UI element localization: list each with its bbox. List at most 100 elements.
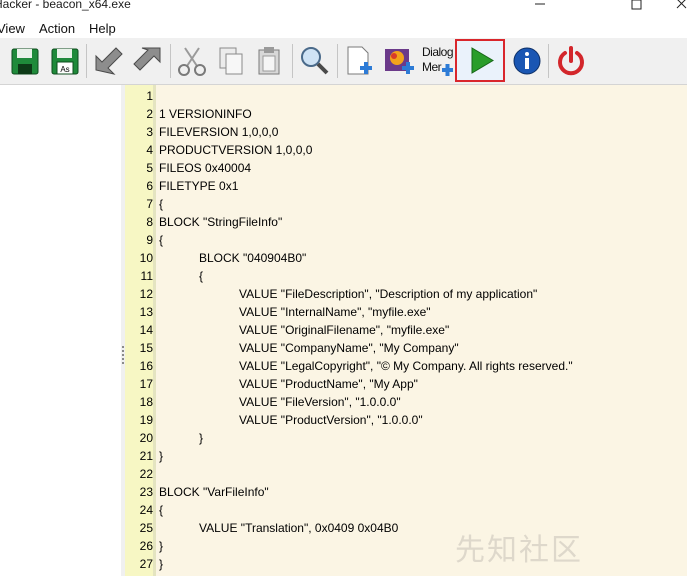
find-button[interactable] [297, 44, 331, 78]
code-line[interactable]: { [159, 233, 163, 247]
code-line[interactable]: { [159, 503, 163, 517]
dialog-merger-label-bottom: Mer [422, 60, 442, 74]
line-number: 15 [139, 341, 153, 355]
code-line[interactable]: VALUE "ProductName", "My App" [159, 377, 418, 391]
info-button[interactable] [510, 44, 544, 78]
toolbar-separator [292, 44, 293, 78]
code-line[interactable]: FILEOS 0x40004 [159, 161, 251, 175]
add-image-icon [385, 49, 414, 74]
line-number: 20 [139, 431, 153, 445]
toolbar-separator [86, 44, 87, 78]
info-icon [513, 47, 541, 75]
line-number: 9 [146, 233, 153, 247]
line-number: 18 [139, 395, 153, 409]
line-number: 7 [146, 197, 153, 211]
code-line[interactable]: PRODUCTVERSION 1,0,0,0 [159, 143, 312, 157]
code-line[interactable]: VALUE "ProductVersion", "1.0.0.0" [159, 413, 423, 427]
add-image-button[interactable] [382, 44, 416, 78]
line-number: 19 [139, 413, 153, 427]
line-number: 2 [146, 107, 153, 121]
splitter-grip-dot [122, 354, 124, 356]
menu-view[interactable]: View [0, 21, 25, 36]
code-line[interactable]: { [159, 269, 203, 283]
watermark-text: 先知社区 [455, 533, 583, 568]
maximize-icon [631, 0, 642, 10]
line-number: 24 [139, 503, 153, 517]
line-number: 6 [146, 179, 153, 193]
code-line[interactable]: } [159, 431, 203, 445]
code-line[interactable]: FILETYPE 0x1 [159, 179, 238, 193]
code-line[interactable]: VALUE "LegalCopyright", "© My Company. A… [159, 359, 573, 373]
code-area[interactable]: 1 VERSIONINFO FILEVERSION 1,0,0,0 PRODUCTV… [156, 85, 687, 576]
minimize-button[interactable] [520, 0, 560, 14]
save-button[interactable] [8, 44, 42, 78]
save-as-icon: As [51, 48, 79, 75]
code-line[interactable]: VALUE "FileDescription", "Description of… [159, 287, 537, 301]
line-number: 13 [139, 305, 153, 319]
code-line[interactable]: BLOCK "VarFileInfo" [159, 485, 269, 499]
code-line[interactable]: VALUE "FileVersion", "1.0.0.0" [159, 395, 401, 409]
code-line[interactable]: VALUE "Translation", 0x0409 0x04B0 [159, 521, 398, 535]
title-bar: Hacker - beacon_x64.exe [0, 0, 687, 20]
menu-help[interactable]: Help [89, 21, 116, 36]
line-number: 8 [146, 215, 153, 229]
menu-action[interactable]: Action [39, 21, 75, 36]
dialog-merger-button[interactable]: Dialog Mer [420, 44, 456, 78]
maximize-button[interactable] [616, 0, 656, 14]
line-number: 12 [139, 287, 153, 301]
code-line[interactable]: VALUE "InternalName", "myfile.exe" [159, 305, 431, 319]
paste-button[interactable] [252, 44, 286, 78]
code-line[interactable]: } [159, 449, 163, 463]
add-resource-icon [347, 46, 372, 75]
resource-tree-panel[interactable] [0, 85, 121, 576]
code-line[interactable]: { [159, 197, 163, 211]
cut-button[interactable] [175, 44, 209, 78]
close-icon [676, 0, 687, 9]
line-number: 21 [139, 449, 153, 463]
cut-icon [178, 47, 206, 76]
menu-bar: View Action Help [0, 20, 687, 38]
line-number: 14 [139, 323, 153, 337]
close-button[interactable] [662, 0, 687, 14]
minimize-icon [535, 3, 545, 5]
code-line[interactable]: BLOCK "040904B0" [159, 251, 306, 265]
back-button[interactable] [92, 44, 126, 78]
code-line[interactable]: } [159, 539, 163, 553]
copy-button[interactable] [214, 44, 248, 78]
save-as-button[interactable]: As [48, 44, 82, 78]
line-number: 5 [146, 161, 153, 175]
script-editor[interactable]: 1 2 3 4 5 6 7 8 9 10 11 12 13 14 15 16 17 18 19 20 21 22 23 24 2… [125, 85, 687, 576]
dialog-merger-label-top: Dialog [422, 45, 454, 59]
line-number: 27 [139, 557, 153, 571]
power-icon [558, 46, 584, 76]
splitter-grip-dot [122, 358, 124, 360]
line-number: 22 [139, 467, 153, 481]
splitter-grip-dot [122, 350, 124, 352]
toolbar-separator [170, 44, 171, 78]
splitter-grip-dot [122, 346, 124, 348]
forward-button[interactable] [130, 44, 164, 78]
save-icon [11, 48, 39, 75]
line-number: 26 [139, 539, 153, 553]
line-number: 10 [139, 251, 153, 265]
line-number: 11 [140, 269, 153, 283]
svg-text:As: As [60, 65, 69, 74]
code-line[interactable]: VALUE "CompanyName", "My Company" [159, 341, 459, 355]
exit-button[interactable] [554, 44, 588, 78]
line-number: 23 [139, 485, 153, 499]
line-number: 17 [139, 377, 153, 391]
code-line[interactable]: BLOCK "StringFileInfo" [159, 215, 282, 229]
line-number: 4 [146, 143, 153, 157]
compile-run-button[interactable] [455, 39, 505, 82]
line-number-gutter: 1 2 3 4 5 6 7 8 9 10 11 12 13 14 15 16 17 18 19 20 21 22 23 24 2… [125, 85, 154, 576]
splitter-grip-dot [122, 362, 124, 364]
add-resource-button[interactable] [342, 44, 376, 78]
code-line[interactable]: 1 VERSIONINFO [159, 107, 252, 121]
forward-arrow-icon [133, 47, 161, 71]
compile-run-icon [471, 47, 494, 74]
code-line[interactable]: VALUE "OriginalFilename", "myfile.exe" [159, 323, 449, 337]
code-line[interactable]: } [159, 557, 163, 571]
toolbar-separator [337, 44, 338, 78]
code-line[interactable]: FILEVERSION 1,0,0,0 [159, 125, 278, 139]
line-number: 3 [146, 125, 153, 139]
